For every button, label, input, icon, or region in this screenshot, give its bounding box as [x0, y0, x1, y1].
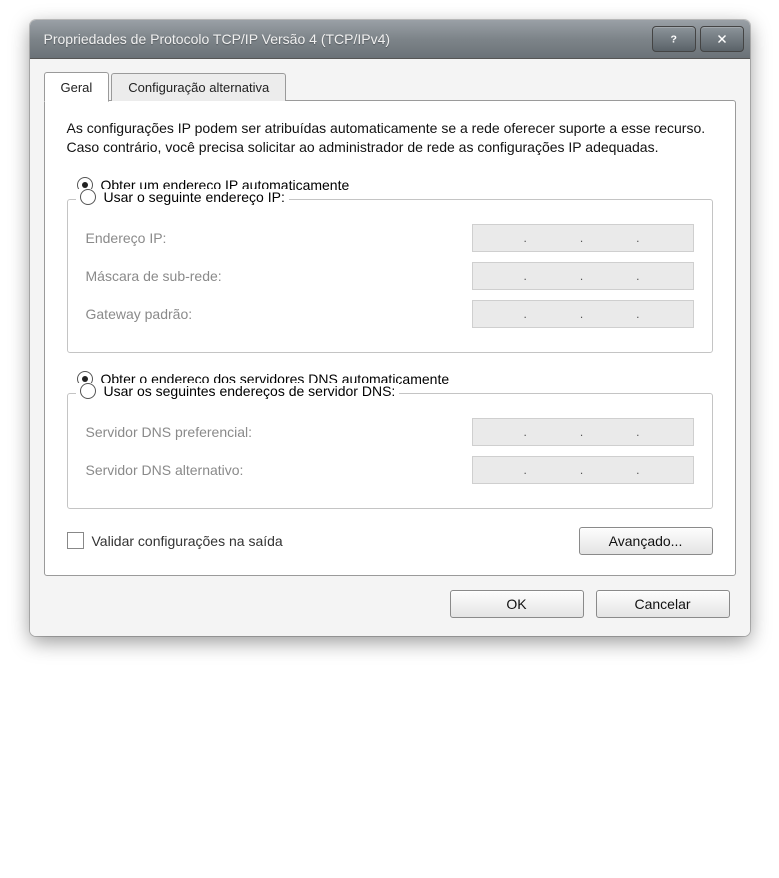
advanced-button[interactable]: Avançado... — [579, 527, 713, 555]
row-gateway: Gateway padrão: ... — [86, 300, 694, 328]
description-text: As configurações IP podem ser atribuídas… — [67, 119, 713, 157]
row-dns-alt: Servidor DNS alternativo: ... — [86, 456, 694, 484]
label-ip-address: Endereço IP: — [86, 230, 167, 246]
tab-alt-config[interactable]: Configuração alternativa — [111, 73, 286, 101]
close-icon — [715, 32, 729, 46]
tab-panel-general: As configurações IP podem ser atribuídas… — [44, 100, 736, 576]
checkbox-icon — [67, 532, 84, 549]
label-dns-pref: Servidor DNS preferencial: — [86, 424, 253, 440]
client-area: Geral Configuração alternativa As config… — [30, 59, 750, 636]
group-dns-manual: Usar os seguintes endereços de servidor … — [67, 393, 713, 509]
radio-dns-manual[interactable]: Usar os seguintes endereços de servidor … — [76, 383, 400, 399]
row-subnet-mask: Máscara de sub-rede: ... — [86, 262, 694, 290]
help-button[interactable]: ? — [652, 26, 696, 52]
window-title: Propriedades de Protocolo TCP/IP Versão … — [44, 31, 648, 47]
group-ip-manual: Usar o seguinte endereço IP: Endereço IP… — [67, 199, 713, 353]
svg-text:?: ? — [670, 34, 676, 46]
bottom-row: Validar configurações na saída Avançado.… — [67, 527, 713, 555]
input-dns-alt[interactable]: ... — [472, 456, 694, 484]
label-dns-alt: Servidor DNS alternativo: — [86, 462, 244, 478]
input-gateway[interactable]: ... — [472, 300, 694, 328]
row-dns-pref: Servidor DNS preferencial: ... — [86, 418, 694, 446]
radio-icon — [80, 383, 96, 399]
input-dns-pref[interactable]: ... — [472, 418, 694, 446]
radio-ip-manual[interactable]: Usar o seguinte endereço IP: — [76, 189, 289, 205]
dialog-buttons: OK Cancelar — [44, 576, 736, 622]
dialog-window: Propriedades de Protocolo TCP/IP Versão … — [30, 20, 750, 636]
close-button[interactable] — [700, 26, 744, 52]
radio-ip-manual-label: Usar o seguinte endereço IP: — [104, 189, 285, 205]
input-ip-address[interactable]: ... — [472, 224, 694, 252]
tabstrip: Geral Configuração alternativa — [44, 71, 736, 101]
label-subnet-mask: Máscara de sub-rede: — [86, 268, 222, 284]
label-gateway: Gateway padrão: — [86, 306, 193, 322]
checkbox-validate-label: Validar configurações na saída — [92, 533, 283, 549]
checkbox-validate[interactable]: Validar configurações na saída — [67, 532, 283, 549]
radio-dns-manual-label: Usar os seguintes endereços de servidor … — [104, 383, 396, 399]
row-ip-address: Endereço IP: ... — [86, 224, 694, 252]
radio-icon — [80, 189, 96, 205]
tab-general[interactable]: Geral — [44, 72, 110, 102]
help-icon: ? — [667, 32, 681, 46]
input-subnet-mask[interactable]: ... — [472, 262, 694, 290]
ok-button[interactable]: OK — [450, 590, 584, 618]
titlebar: Propriedades de Protocolo TCP/IP Versão … — [30, 20, 750, 59]
cancel-button[interactable]: Cancelar — [596, 590, 730, 618]
